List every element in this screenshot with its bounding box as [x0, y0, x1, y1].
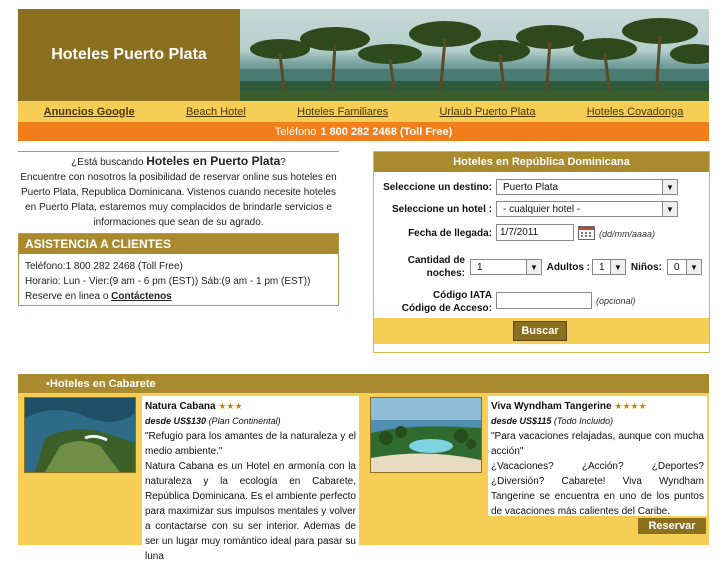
palm-trees-image — [240, 18, 709, 101]
intro-lead-strong: Hoteles en Puerto Plata — [146, 154, 281, 168]
adults-select[interactable]: 1 ▼ — [592, 259, 626, 275]
chevron-down-icon: ▼ — [686, 260, 701, 274]
hotel-price-plan: (Plan Continental) — [208, 416, 281, 426]
adults-label: Adultos : — [546, 262, 590, 273]
hotels-section-title-text: Hoteles en Cabarete — [49, 377, 156, 390]
hotel-photo-natura-cabana[interactable] — [24, 397, 136, 473]
intro-body: Encuentre con nosotros la posibilidad de… — [20, 172, 337, 228]
iata-label-line1: Código IATA — [432, 290, 492, 301]
destination-select[interactable]: Puerto Plata ▼ — [496, 179, 678, 195]
hotel-search-form: Hoteles en República Dominicana Seleccio… — [373, 151, 710, 353]
nav-link-hoteles-familiares[interactable]: Hoteles Familiares — [297, 106, 388, 118]
hotel-price-label: desde US$115 — [491, 416, 552, 426]
phone-prefix: Teléfono — [274, 125, 317, 138]
hotel-price-label: desde US$130 — [145, 416, 207, 426]
hotel-name[interactable]: Natura Cabana — [145, 401, 216, 412]
hotel-photo-viva-wyndham-tangerine[interactable] — [370, 397, 482, 473]
assistance-phone: Teléfono:1 800 282 2468 (Toll Free) — [25, 261, 183, 272]
chevron-down-icon: ▼ — [662, 180, 677, 194]
nights-select[interactable]: 1 ▼ — [470, 259, 542, 275]
arrival-date-hint: (dd/mm/aaaa) — [599, 229, 656, 239]
reserve-button[interactable]: Reservar — [638, 518, 706, 534]
hotel-price-plan: (Todo Incluido) — [553, 416, 614, 426]
hotel-quote: "Para vacaciones relajadas, aunque con m… — [491, 431, 704, 457]
iata-code-input[interactable] — [496, 292, 592, 309]
intro-lead-pre: ¿Está buscando — [71, 157, 147, 168]
assistance-title: ASISTENCIA A CLIENTES — [19, 234, 338, 254]
hotel-quote: "Refugio para los amantes de la naturale… — [145, 431, 356, 457]
arrival-label: Fecha de llegada: — [408, 228, 492, 239]
iata-label: Código IATA Código de Acceso: — [374, 289, 492, 315]
nights-label: Cantidad de noches: — [374, 254, 465, 280]
nav-link-urlaub-puerto-plata[interactable]: Urlaub Puerto Plata — [439, 106, 535, 118]
star-rating-icon: ★★★★ — [614, 401, 647, 411]
assistance-online: Reserve en linea o Contáctenos — [25, 289, 332, 304]
hotel-label: Seleccione un hotel : — [391, 204, 492, 215]
children-label: Niños: — [630, 262, 662, 273]
star-rating-icon: ★★★ — [218, 401, 243, 411]
chevron-down-icon: ▼ — [662, 202, 677, 216]
hotel-price: desde US$115 (Todo Incluido) — [491, 414, 704, 429]
top-navigation: Anuncios Google Beach Hotel Hoteles Fami… — [18, 101, 709, 122]
hotel-card-natura-cabana: Natura Cabana ★★★ desde US$130 (Plan Con… — [142, 396, 359, 562]
destination-label: Seleccione un destino: — [383, 182, 492, 193]
arrival-date-input[interactable]: 1/7/2011 — [496, 224, 574, 241]
assistance-body: Teléfono:1 800 282 2468 (Toll Free) Hora… — [19, 254, 338, 309]
assistance-hours: Horario: Lun - Vier:(9 am - 6 pm (EST)) … — [25, 276, 311, 287]
assistance-online-text: Reserve en linea o — [25, 291, 112, 302]
nav-link-hoteles-covadonga[interactable]: Hoteles Covadonga — [587, 106, 684, 118]
hotel-name[interactable]: Viva Wyndham Tangerine — [491, 401, 612, 412]
search-button[interactable]: Buscar — [513, 321, 567, 341]
iata-hint: (opcional) — [596, 296, 636, 306]
intro-lead-post: ? — [280, 157, 286, 168]
adults-select-value: 1 — [599, 261, 605, 273]
hotel-card-viva-wyndham-tangerine: Viva Wyndham Tangerine ★★★★ desde US$115… — [488, 396, 707, 517]
nav-link-beach-hotel[interactable]: Beach Hotel — [186, 106, 246, 118]
header-banner-image — [240, 9, 709, 101]
hotel-price: desde US$130 (Plan Continental) — [145, 414, 356, 429]
hotel-description: ¿Vacaciones? ¿Acción? ¿Deportes? ¿Divers… — [491, 461, 704, 517]
children-select[interactable]: 0 ▼ — [667, 259, 702, 275]
hotel-description: Natura Cabana es un Hotel en armonía con… — [145, 461, 356, 562]
children-select-value: 0 — [674, 261, 680, 273]
form-footer: Buscar — [374, 318, 709, 344]
site-brand: Hoteles Puerto Plata — [18, 9, 240, 101]
intro-text-box: ¿Está buscando Hoteles en Puerto Plata? … — [18, 151, 339, 234]
phone-bar: Teléfono 1 800 282 2468 (Toll Free) — [18, 122, 709, 141]
customer-assistance-box: ASISTENCIA A CLIENTES Teléfono:1 800 282… — [18, 233, 339, 306]
iata-label-line2: Código de Acceso: — [401, 303, 492, 314]
hotels-section-title: ▪ Hoteles en Cabarete — [18, 374, 709, 393]
nights-label-line1: Cantidad de — [407, 255, 465, 266]
calendar-icon[interactable] — [578, 226, 595, 240]
nights-select-value: 1 — [477, 261, 483, 273]
destination-select-value: Puerto Plata — [503, 181, 559, 193]
phone-number: 1 800 282 2468 (Toll Free) — [320, 125, 453, 138]
form-title: Hoteles en República Dominicana — [374, 152, 709, 172]
hotel-select-value: - cualquier hotel - — [503, 203, 581, 215]
nights-label-line2: noches: — [426, 268, 465, 279]
site-brand-text: Hoteles Puerto Plata — [51, 46, 207, 63]
chevron-down-icon: ▼ — [526, 260, 541, 274]
hotel-select[interactable]: - cualquier hotel - ▼ — [496, 201, 678, 217]
nav-link-anuncios-google[interactable]: Anuncios Google — [44, 106, 135, 118]
intro-lead: ¿Está buscando Hoteles en Puerto Plata? — [18, 154, 339, 170]
chevron-down-icon: ▼ — [610, 260, 625, 274]
contact-link[interactable]: Contáctenos — [111, 291, 172, 302]
